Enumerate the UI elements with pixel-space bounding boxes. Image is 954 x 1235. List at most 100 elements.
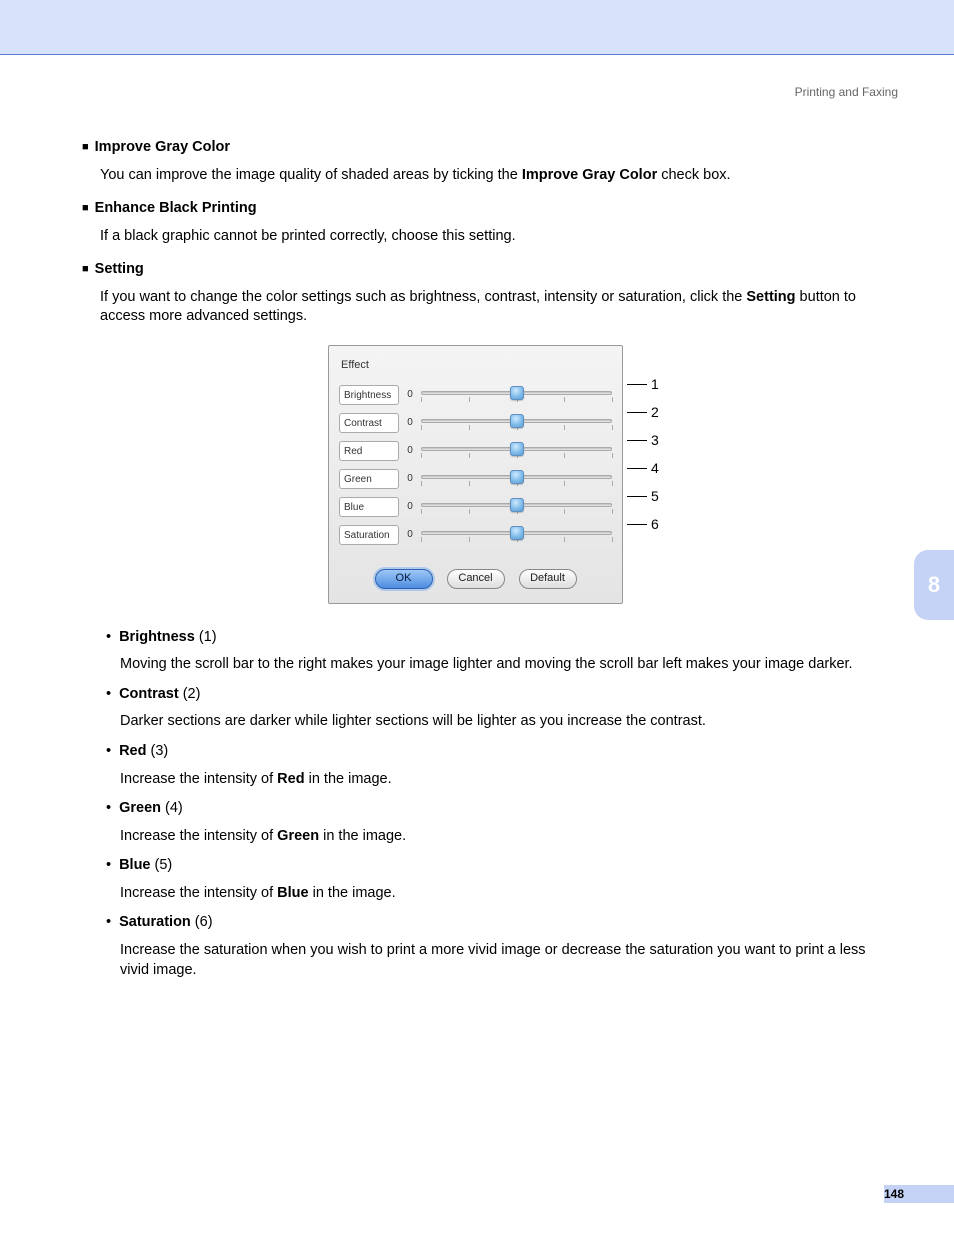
detail-body: Increase the intensity of Blue in the im… — [120, 884, 894, 904]
detail-heading: Blue (5) — [106, 856, 894, 876]
text: check box. — [657, 167, 730, 183]
slider-thumb[interactable] — [510, 526, 524, 540]
slider-row-contrast: Contrast0 — [339, 409, 612, 437]
slider-label: Contrast — [339, 413, 399, 433]
callout-number: 5 — [651, 487, 659, 506]
detail-contrast: Contrast (2) Darker sections are darker w… — [106, 685, 894, 732]
slider-track[interactable] — [421, 414, 612, 432]
callout-3: 3 — [627, 431, 659, 450]
callout-line — [627, 412, 647, 413]
detail-body: Moving the scroll bar to the right makes… — [120, 655, 894, 675]
feature-body: You can improve the image quality of sha… — [100, 166, 894, 186]
text: Increase the intensity of — [120, 828, 277, 844]
slider-value: 0 — [399, 500, 421, 514]
detail-green: Green (4)Increase the intensity of Green… — [106, 799, 894, 846]
slider-label: Brightness — [339, 385, 399, 405]
slider-value: 0 — [399, 528, 421, 542]
slider-thumb[interactable] — [510, 498, 524, 512]
chapter-tab: 8 — [914, 550, 954, 620]
callout-number: 3 — [651, 431, 659, 450]
slider-value: 0 — [399, 444, 421, 458]
dialog-button-row: OK Cancel Default — [339, 569, 612, 589]
callout-number: 1 — [651, 375, 659, 394]
detail-number: (3) — [146, 743, 168, 759]
detail-heading: Red (3) — [106, 742, 894, 762]
slider-track[interactable] — [421, 470, 612, 488]
callout-line — [627, 496, 647, 497]
page-number: 148 — [884, 1187, 904, 1201]
effect-dialog: Effect Brightness0Contrast0Red0Green0Blu… — [328, 345, 623, 604]
callout-line — [627, 468, 647, 469]
feature-title: Improve Gray Color — [82, 138, 894, 158]
callout-line — [627, 440, 647, 441]
slider-row-saturation: Saturation0 — [339, 521, 612, 549]
slider-thumb[interactable] — [510, 470, 524, 484]
slider-value: 0 — [399, 416, 421, 430]
main-content: Improve Gray Color You can improve the i… — [40, 138, 914, 980]
text-bold: Blue — [277, 885, 308, 901]
page-top-bar — [0, 0, 954, 55]
ok-button[interactable]: OK — [375, 569, 433, 589]
feature-setting: Setting If you want to change the color … — [82, 260, 894, 980]
slider-row-blue: Blue0 — [339, 493, 612, 521]
slider-track[interactable] — [421, 386, 612, 404]
feature-list: Improve Gray Color You can improve the i… — [82, 138, 894, 980]
detail-name: Blue — [119, 857, 150, 873]
text-bold: Improve Gray Color — [522, 167, 657, 183]
slider-label: Green — [339, 469, 399, 489]
text: If you want to change the color settings… — [100, 289, 746, 305]
text: Darker sections are darker while lighter… — [120, 713, 706, 729]
callout-6: 6 — [627, 515, 659, 534]
slider-label: Saturation — [339, 525, 399, 545]
dialog-title: Effect — [341, 358, 612, 373]
slider-value: 0 — [399, 388, 421, 402]
text: Increase the intensity of — [120, 885, 277, 901]
text: in the image. — [305, 771, 392, 787]
text: in the image. — [309, 885, 396, 901]
detail-body: Increase the intensity of Red in the ima… — [120, 770, 894, 790]
default-button[interactable]: Default — [519, 569, 577, 589]
slider-track[interactable] — [421, 526, 612, 544]
slider-thumb[interactable] — [510, 414, 524, 428]
detail-name: Green — [119, 800, 161, 816]
callout-line — [627, 524, 647, 525]
callout-4: 4 — [627, 459, 659, 478]
detail-number: (4) — [161, 800, 183, 816]
callout-number: 6 — [651, 515, 659, 534]
callout-1: 1 — [627, 375, 659, 394]
slider-thumb[interactable] — [510, 386, 524, 400]
detail-brightness: Brightness (1) Moving the scroll bar to t… — [106, 628, 894, 675]
slider-row-brightness: Brightness0 — [339, 381, 612, 409]
detail-name: Brightness — [119, 629, 195, 645]
slider-label: Blue — [339, 497, 399, 517]
slider-thumb[interactable] — [510, 442, 524, 456]
slider-track[interactable] — [421, 442, 612, 460]
detail-number: (1) — [195, 629, 217, 645]
detail-body: Increase the saturation when you wish to… — [120, 941, 894, 980]
callout-2: 2 — [627, 403, 659, 422]
detail-blue: Blue (5) Increase the intensity of Blue i… — [106, 856, 894, 903]
slider-detail-list: Brightness (1) Moving the scroll bar to t… — [106, 628, 894, 980]
detail-name: Saturation — [119, 914, 191, 930]
text: Moving the scroll bar to the right makes… — [120, 656, 853, 672]
feature-title: Setting — [82, 260, 894, 280]
detail-number: (5) — [151, 857, 173, 873]
slider-row-green: Green0 — [339, 465, 612, 493]
feature-body: If a black graphic cannot be printed cor… — [100, 227, 894, 247]
detail-red: Red (3) Increase the intensity of Red in … — [106, 742, 894, 789]
detail-name: Contrast — [119, 686, 179, 702]
detail-name: Red — [119, 743, 146, 759]
running-header: Printing and Faxing — [795, 85, 898, 99]
cancel-button[interactable]: Cancel — [447, 569, 505, 589]
effect-dialog-figure: Effect Brightness0Contrast0Red0Green0Blu… — [328, 345, 648, 604]
text: Increase the intensity of — [120, 771, 277, 787]
slider-value: 0 — [399, 472, 421, 486]
callout-line — [627, 384, 647, 385]
feature-enhance-black: Enhance Black Printing If a black graphi… — [82, 199, 894, 246]
slider-track[interactable] — [421, 498, 612, 516]
callout-number: 4 — [651, 459, 659, 478]
text: Increase the saturation when you wish to… — [120, 942, 866, 978]
callout-5: 5 — [627, 487, 659, 506]
detail-number: (2) — [179, 686, 201, 702]
page-body: Printing and Faxing 8 Improve Gray Color… — [0, 55, 954, 1235]
